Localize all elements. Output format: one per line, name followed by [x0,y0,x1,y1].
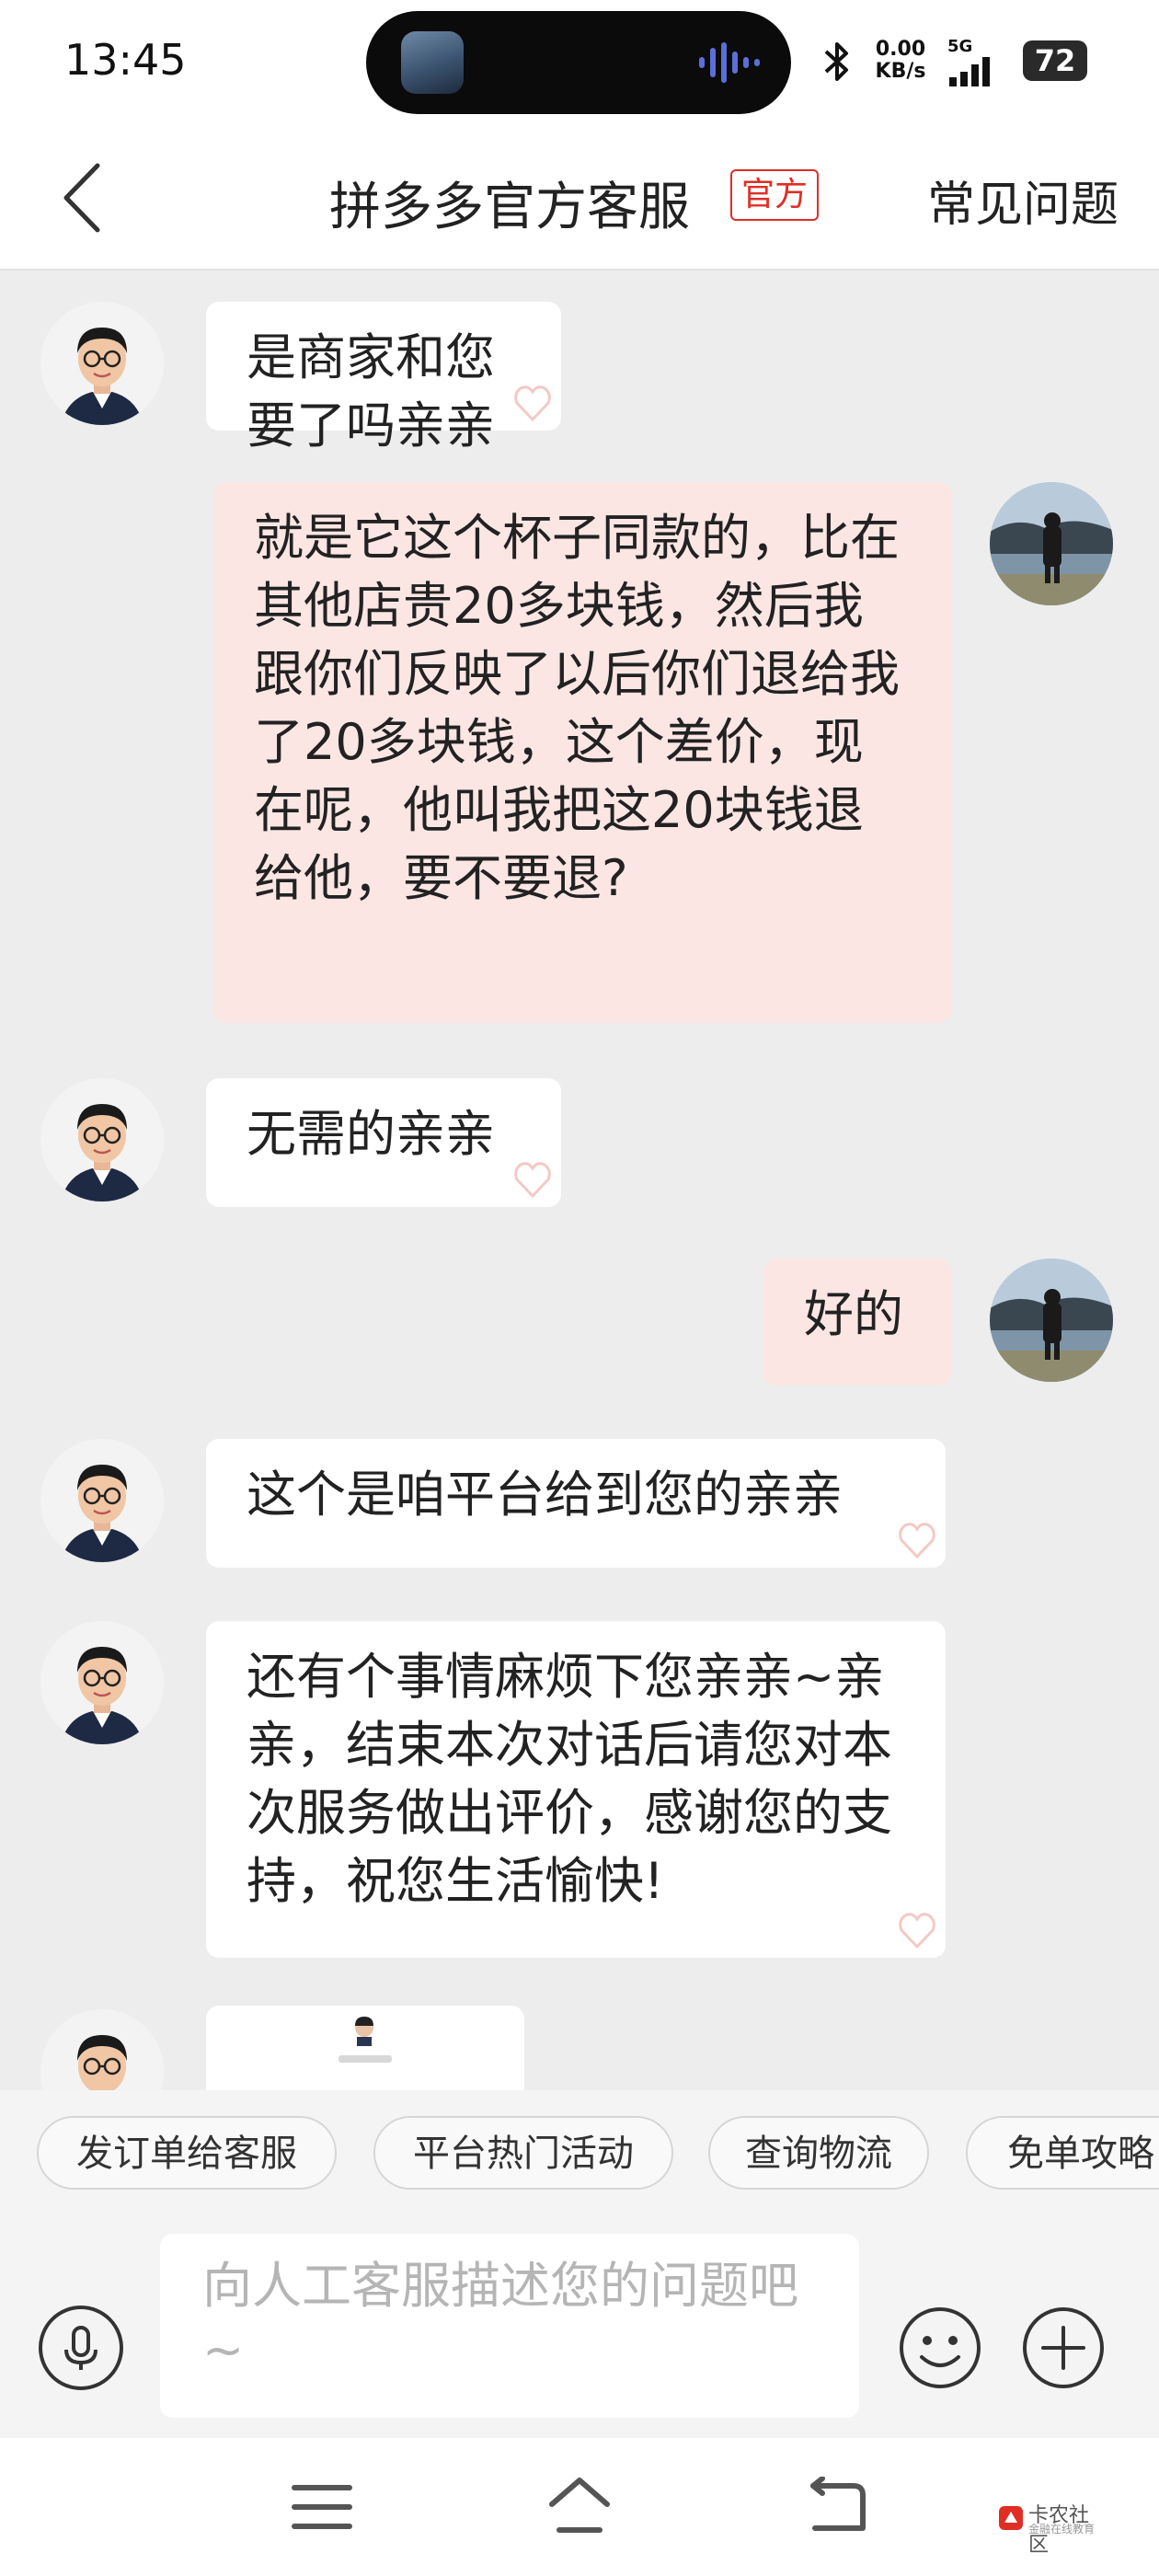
status-time: 13:45 [64,35,187,85]
message-text: 还有个事情麻烦下您亲亲~亲亲，结束本次对话后请您对本次服务做出评价，感谢您的支持… [247,1648,892,1910]
plus-icon[interactable] [1021,2306,1106,2390]
agent-portrait [40,1078,164,1202]
quick-reply-bar: 发订单给客服 平台热门活动 查询物流 免单攻略 [0,2090,1159,2212]
recent-apps-icon[interactable] [291,2482,353,2532]
user-message[interactable]: 好的 [763,1259,951,1386]
pdd-watermark-icon [899,1913,935,1949]
user-portrait [990,1259,1113,1382]
user-portrait [990,482,1113,605]
voice-button[interactable] [39,2306,123,2390]
chat-header: 拼多多官方客服 官方 常见问题 [0,129,1159,270]
card-preview-thumbnail [339,2017,392,2063]
pdd-watermark-icon [514,385,551,422]
message-text: 是商家和您要了吗亲亲 [247,328,495,454]
pdd-watermark-icon [899,1523,935,1559]
battery-icon: 72 [1023,40,1087,81]
agent-avatar[interactable] [40,1621,164,1744]
quick-reply-track-logistics[interactable]: 查询物流 [708,2116,929,2190]
agent-avatar[interactable] [40,302,164,425]
input-bar [0,2212,1159,2438]
user-message[interactable]: 就是它这个杯子同款的，比在其他店贵20多块钱，然后我跟你们反映了以后你们退给我了… [213,482,951,1023]
message-text: 这个是咱平台给到您的亲亲 [247,1466,843,1524]
message-text: 就是它这个杯子同款的，比在其他店贵20多块钱，然后我跟你们反映了以后你们退给我了… [254,509,900,907]
message-input[interactable] [160,2234,859,2418]
faq-link[interactable]: 常见问题 [927,166,1119,235]
page-title: 拼多多官方客服 [329,178,690,237]
back-arrow-icon[interactable] [46,156,129,239]
status-bar: 13:45 0.00 KB/s 5G 72 [0,0,1159,129]
net-speed: 0.00 KB/s [874,39,927,83]
agent-avatar[interactable] [40,1078,164,1202]
music-artwork-thumbnail [401,31,464,94]
battery-level: 72 [1034,43,1076,78]
agent-portrait [40,1439,164,1562]
user-avatar[interactable] [990,482,1113,605]
quick-reply-free-order-guide[interactable]: 免单攻略 [966,2116,1159,2190]
network-type: 5G [947,37,973,56]
status-icons: 0.00 KB/s 5G 72 [819,33,1095,92]
agent-avatar[interactable] [40,1439,164,1562]
agent-portrait [40,1621,164,1744]
net-speed-unit: KB/s [875,60,926,83]
agent-portrait [40,302,164,425]
back-gesture-icon[interactable] [806,2477,868,2534]
agent-card-message[interactable] [206,2006,524,2090]
system-navigation-bar: 卡农社区 金融在线教育 [0,2438,1159,2576]
agent-portrait [40,2009,164,2090]
chat-messages[interactable]: 是商家和您要了吗亲亲 就是它这个杯子同款的，比在其他店贵20多块钱，然后我跟你们… [0,270,1159,2090]
audio-wave-icon [699,42,760,83]
dynamic-island[interactable] [366,11,791,114]
community-watermark: 卡农社区 金融在线教育 [997,2499,1107,2557]
message-text: 好的 [804,1285,903,1343]
agent-message[interactable]: 是商家和您要了吗亲亲 [206,302,561,454]
home-icon[interactable] [546,2475,613,2536]
agent-message[interactable]: 这个是咱平台给到您的亲亲 [206,1439,946,1568]
agent-message[interactable]: 还有个事情麻烦下您亲亲~亲亲，结束本次对话后请您对本次服务做出评价，感谢您的支持… [206,1621,946,1958]
watermark-subtitle: 金融在线教育 [1028,2523,1096,2536]
quick-reply-send-order[interactable]: 发订单给客服 [37,2116,337,2190]
official-badge: 官方 [730,169,820,221]
emoji-icon[interactable] [898,2306,982,2390]
pdd-watermark-icon [514,1162,551,1199]
quick-reply-hot-events[interactable]: 平台热门活动 [373,2116,673,2190]
signal-icon [949,57,990,86]
message-text: 无需的亲亲 [247,1105,495,1163]
user-avatar[interactable] [990,1259,1113,1382]
agent-message[interactable]: 无需的亲亲 [206,1078,561,1207]
agent-avatar[interactable] [40,2009,164,2090]
watermark-logo-icon [999,2506,1023,2530]
net-speed-value: 0.00 [875,38,926,61]
bluetooth-icon [824,42,848,81]
microphone-icon [64,2326,98,2370]
